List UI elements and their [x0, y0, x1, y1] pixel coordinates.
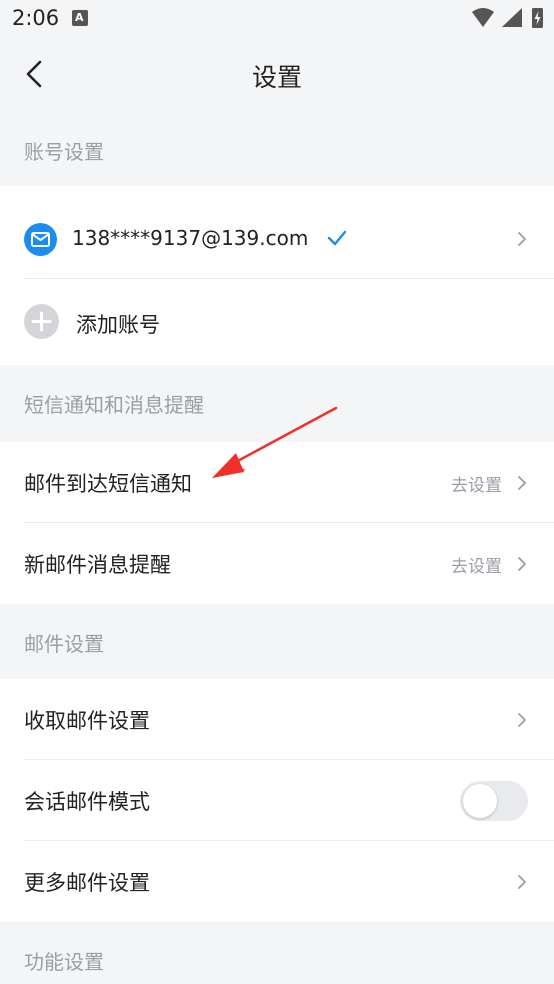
chevron-right-icon: [518, 232, 526, 246]
conversation-mode-toggle[interactable]: [460, 781, 528, 821]
add-account-row[interactable]: 添加账号: [0, 279, 554, 365]
arrival-sms-row[interactable]: 邮件到达短信通知 去设置: [0, 442, 554, 523]
receive-mail-label: 收取邮件设置: [24, 709, 150, 733]
new-mail-alert-row[interactable]: 新邮件消息提醒 去设置: [0, 523, 554, 604]
status-bar: 2:06 A: [0, 0, 554, 38]
chevron-right-icon: [518, 875, 526, 889]
more-mail-settings-label: 更多邮件设置: [24, 871, 150, 895]
section-header-label: 邮件设置: [24, 632, 104, 656]
conversation-mode-row: 会话邮件模式: [0, 760, 554, 841]
account-card: 138****9137@139.com 添加账号: [0, 186, 554, 365]
section-header-label: 短信通知和消息提醒: [24, 393, 204, 417]
receive-mail-row[interactable]: 收取邮件设置: [0, 679, 554, 760]
arrival-sms-action: 去设置: [451, 476, 502, 496]
new-mail-alert-label: 新邮件消息提醒: [24, 553, 171, 577]
notification-letter: A: [75, 11, 84, 24]
arrival-sms-label: 邮件到达短信通知: [24, 472, 192, 496]
account-email: 138****9137@139.com: [72, 226, 309, 250]
status-time: 2:06: [12, 6, 60, 30]
check-icon: [327, 230, 347, 246]
new-mail-alert-action: 去设置: [451, 557, 502, 577]
section-header-features: 功能设置: [0, 922, 554, 984]
sms-card: 邮件到达短信通知 去设置 新邮件消息提醒 去设置: [0, 442, 554, 604]
section-header-account: 账号设置: [0, 112, 554, 186]
app-bar: 设置: [0, 38, 554, 112]
chevron-right-icon: [518, 476, 526, 490]
toggle-knob: [463, 784, 497, 818]
section-header-mail: 邮件设置: [0, 604, 554, 678]
status-icons: [472, 8, 543, 28]
chevron-right-icon: [518, 557, 526, 571]
section-header-label: 功能设置: [24, 950, 104, 974]
add-account-label: 添加账号: [76, 313, 160, 337]
section-header-sms: 短信通知和消息提醒: [0, 365, 554, 439]
mail-card: 收取邮件设置 会话邮件模式 更多邮件设置: [0, 679, 554, 922]
conversation-mode-label: 会话邮件模式: [24, 790, 150, 814]
more-mail-settings-row[interactable]: 更多邮件设置: [0, 841, 554, 922]
signal-icon: [502, 8, 522, 27]
section-header-label: 账号设置: [24, 140, 104, 164]
page-title: 设置: [251, 63, 302, 92]
plus-icon: [24, 304, 59, 339]
notification-icon: A: [72, 10, 88, 26]
mail-account-icon: [24, 223, 57, 256]
chevron-right-icon: [518, 713, 526, 727]
wifi-icon: [472, 8, 494, 27]
account-row[interactable]: 138****9137@139.com: [0, 186, 554, 279]
